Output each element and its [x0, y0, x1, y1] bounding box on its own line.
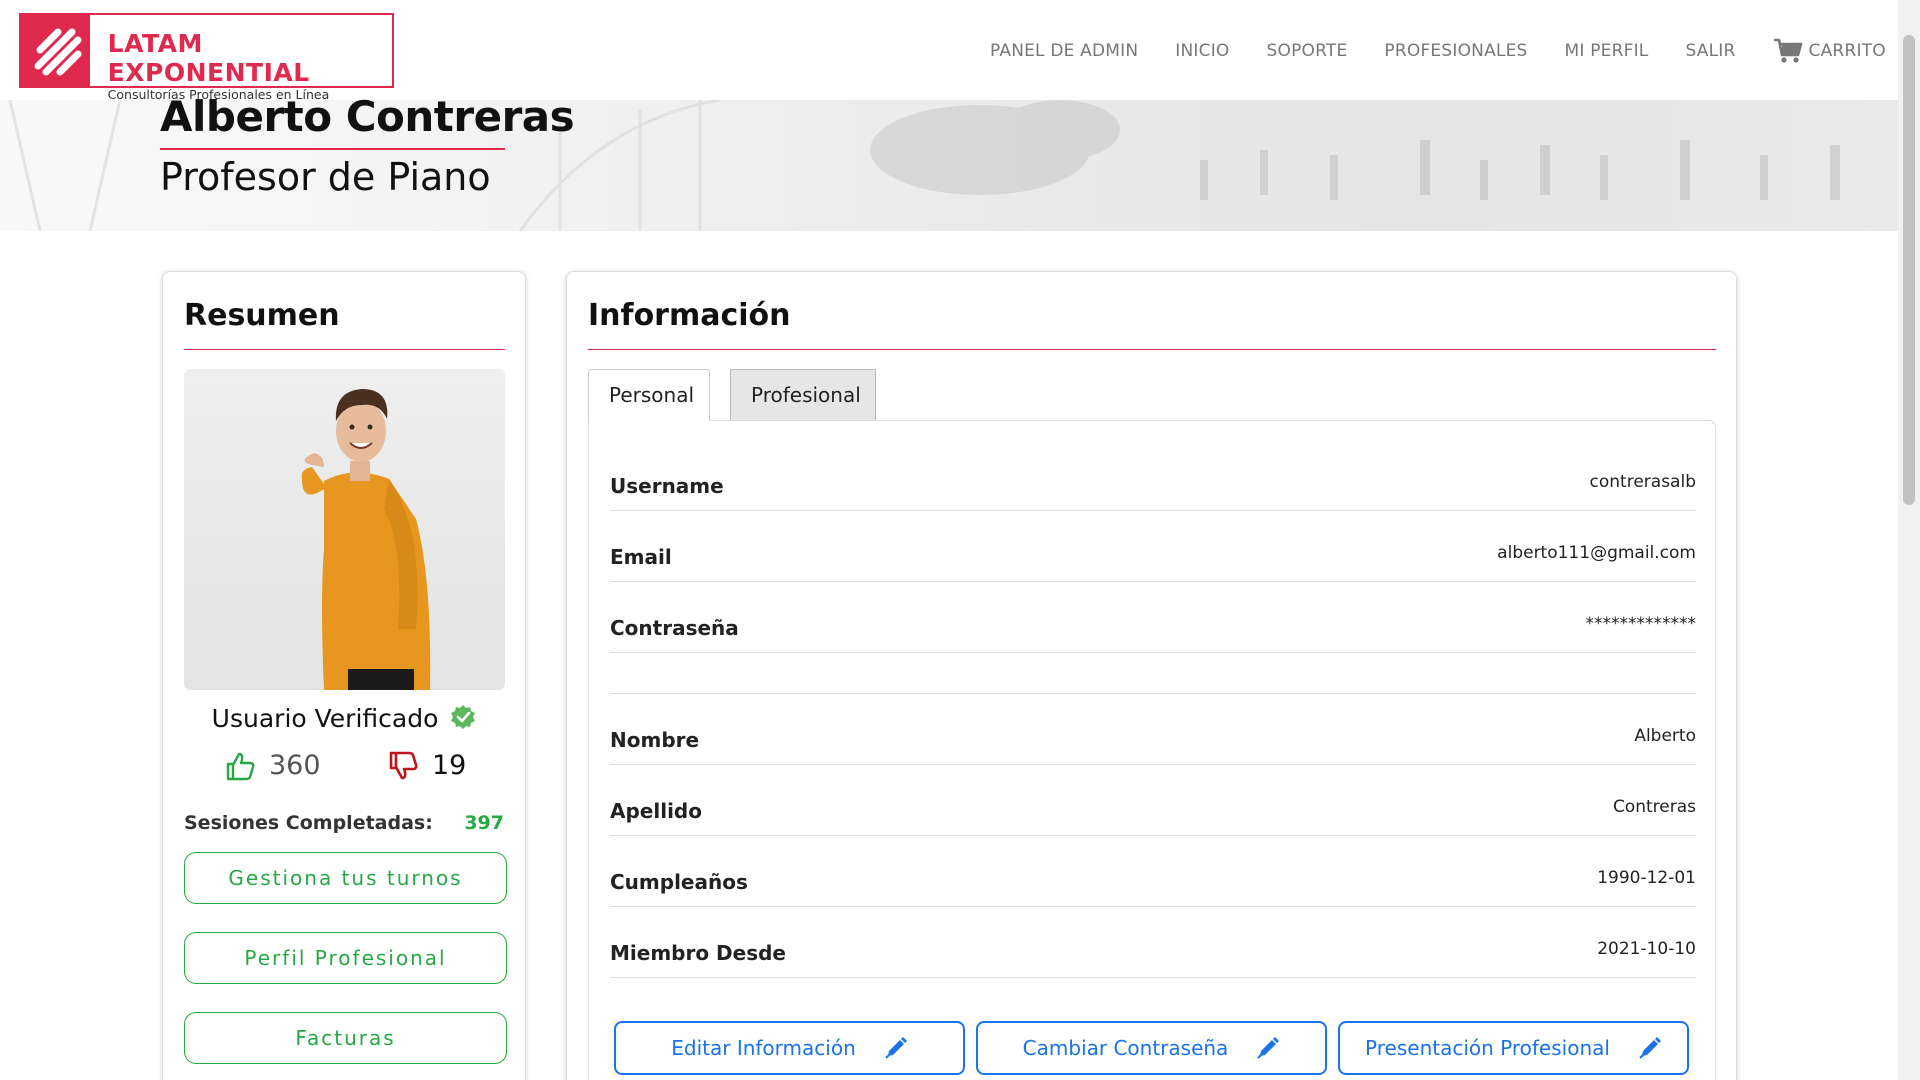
nav-salir[interactable]: SALIR [1685, 41, 1735, 61]
manage-turns-button[interactable]: Gestiona tus turnos [184, 852, 507, 904]
field-label: Email [610, 545, 672, 569]
information-title: Información [588, 298, 791, 333]
likes-count: 360 [269, 750, 321, 781]
field-row-password: Contraseña ************* [610, 583, 1696, 653]
cart-label: CARRITO [1808, 41, 1886, 61]
invoices-button[interactable]: Facturas [184, 1012, 507, 1064]
sessions-value: 397 [464, 812, 504, 834]
main-nav: PANEL DE ADMIN INICIO SOPORTE PROFESIONA… [990, 38, 1886, 64]
dislikes-count: 19 [432, 750, 467, 781]
edit-info-label: Editar Información [671, 1036, 856, 1060]
professional-presentation-button[interactable]: Presentación Profesional [1338, 1021, 1689, 1075]
cart-icon [1773, 38, 1802, 63]
field-label: Cumpleaños [610, 870, 748, 894]
thumbs-down-icon [389, 751, 418, 779]
field-row-miembro-desde: Miembro Desde 2021-10-10 [610, 908, 1696, 978]
field-row-nombre: Nombre Alberto [610, 695, 1696, 765]
scrollbar-thumb[interactable] [1903, 35, 1915, 505]
nav-profesionales[interactable]: PROFESIONALES [1384, 41, 1527, 61]
field-label: Contraseña [610, 616, 739, 640]
nav-soporte[interactable]: SOPORTE [1267, 41, 1348, 61]
change-password-label: Cambiar Contraseña [1022, 1036, 1229, 1060]
edit-info-button[interactable]: Editar Información [614, 1021, 965, 1075]
tab-profesional[interactable]: Profesional [730, 369, 876, 421]
sessions-label: Sesiones Completadas: [184, 812, 433, 834]
profile-name: Alberto Contreras [160, 92, 575, 141]
change-password-button[interactable]: Cambiar Contraseña [976, 1021, 1327, 1075]
field-value: alberto111@gmail.com [1497, 543, 1696, 563]
likes-counter[interactable]: 360 [225, 750, 321, 781]
field-row-apellido: Apellido Contreras [610, 766, 1696, 836]
field-value: Contreras [1612, 797, 1696, 817]
field-value: contrerasalb [1589, 472, 1696, 492]
dislikes-counter[interactable]: 19 [388, 750, 466, 781]
thumbs-up-icon [226, 752, 255, 780]
pencil-icon [1639, 1037, 1661, 1059]
professional-profile-button[interactable]: Perfil Profesional [184, 932, 507, 984]
field-row-email: Email alberto111@gmail.com [610, 512, 1696, 582]
summary-title: Resumen [184, 298, 340, 333]
personal-tab-panel: Username contrerasalb Email alberto111@g… [588, 420, 1716, 1080]
field-label: Apellido [610, 799, 702, 823]
hero-divider [160, 148, 505, 150]
field-label: Miembro Desde [610, 941, 786, 965]
nav-carrito[interactable]: CARRITO [1773, 38, 1886, 64]
information-divider [588, 349, 1716, 350]
summary-card: Resumen Usuario Verificado 360 19 Sesion… [162, 271, 526, 1080]
field-label: Nombre [610, 728, 700, 752]
nav-mi-perfil[interactable]: MI PERFIL [1565, 41, 1649, 61]
info-tabs: Personal Profesional [588, 369, 876, 421]
page-scrollbar[interactable] [1898, 0, 1920, 1080]
professional-presentation-label: Presentación Profesional [1365, 1036, 1610, 1060]
pencil-icon [1257, 1037, 1280, 1059]
brand-logo[interactable]: LATAM EXPONENTIAL Consultorías Profesion… [19, 13, 394, 102]
avatar [184, 369, 505, 690]
field-row-cumpleanos: Cumpleaños 1990-12-01 [610, 837, 1696, 907]
verified-status: Usuario Verificado [163, 704, 525, 736]
field-row-spacer [610, 653, 1696, 694]
field-row-username: Username contrerasalb [610, 441, 1696, 511]
field-value: 2021-10-10 [1597, 939, 1696, 959]
information-card: Información Personal Profesional Usernam… [566, 271, 1737, 1080]
nav-inicio[interactable]: INICIO [1175, 41, 1229, 61]
pencil-icon [885, 1037, 907, 1059]
field-label: Username [610, 474, 724, 498]
field-value: ************* [1585, 614, 1697, 634]
field-value: 1990-12-01 [1597, 868, 1696, 888]
summary-divider [184, 349, 505, 350]
field-value: Alberto [1634, 726, 1696, 746]
nav-panel-admin[interactable]: PANEL DE ADMIN [990, 41, 1138, 61]
brand-title: LATAM EXPONENTIAL [107, 29, 310, 87]
tab-personal[interactable]: Personal [588, 369, 710, 421]
verified-check-icon [450, 704, 476, 736]
brand-mark-icon [21, 15, 90, 86]
top-navbar: LATAM EXPONENTIAL Consultorías Profesion… [0, 0, 1898, 102]
profile-role: Profesor de Piano [160, 155, 491, 199]
sessions-completed: Sesiones Completadas: 397 [184, 812, 504, 834]
verified-label: Usuario Verificado [211, 704, 439, 733]
